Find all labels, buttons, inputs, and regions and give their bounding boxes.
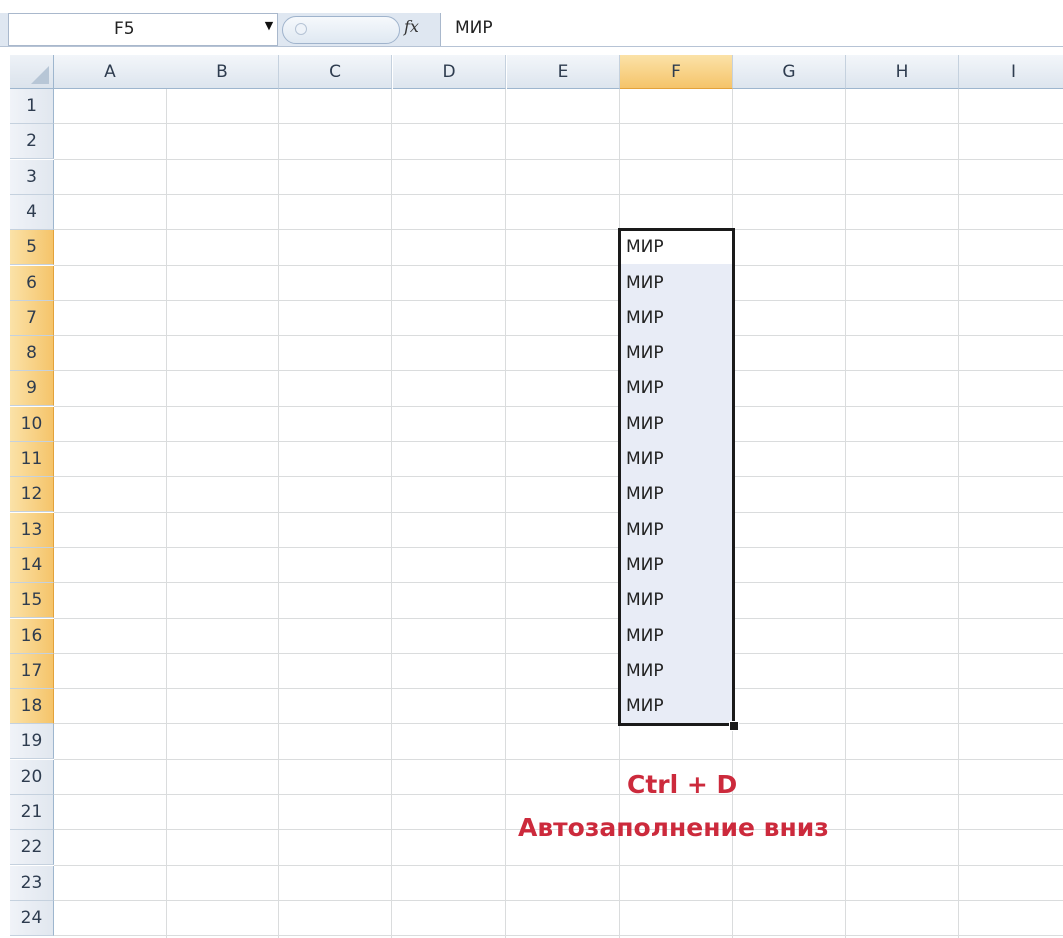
row-gridline — [54, 300, 1063, 301]
row-header-6[interactable]: 6 — [10, 266, 54, 301]
row-header-18[interactable]: 18 — [10, 689, 54, 724]
fill-handle[interactable] — [729, 721, 739, 731]
row-gridline — [54, 441, 1063, 442]
column-header-e[interactable]: E — [507, 55, 620, 89]
row-header-5[interactable]: 5 — [10, 230, 54, 265]
row-header-8[interactable]: 8 — [10, 336, 54, 371]
row-header-17[interactable]: 17 — [10, 654, 54, 689]
row-gridline — [54, 159, 1063, 160]
insert-function-icon[interactable]: fx — [404, 17, 419, 36]
row-gridline — [54, 723, 1063, 724]
row-gridline — [54, 759, 1063, 760]
column-gridline — [391, 89, 392, 938]
row-header-22[interactable]: 22 — [10, 830, 54, 865]
row-gridline — [54, 194, 1063, 195]
column-header-g[interactable]: G — [733, 55, 846, 89]
select-all-triangle-icon — [31, 66, 49, 84]
column-header-b[interactable]: B — [166, 55, 279, 89]
column-gridline — [958, 89, 959, 938]
row-gridline — [54, 335, 1063, 336]
row-gridline — [54, 582, 1063, 583]
column-gridline — [278, 89, 279, 938]
row-gridline — [54, 900, 1063, 901]
row-header-19[interactable]: 19 — [10, 724, 54, 759]
row-gridline — [54, 476, 1063, 477]
formula-bar: F5 ▼ fx МИР — [0, 0, 1063, 48]
row-gridline — [54, 512, 1063, 513]
row-header-14[interactable]: 14 — [10, 548, 54, 583]
row-gridline — [54, 794, 1063, 795]
row-gridline — [54, 935, 1063, 936]
row-header-9[interactable]: 9 — [10, 371, 54, 406]
row-header-11[interactable]: 11 — [10, 442, 54, 477]
row-header-2[interactable]: 2 — [10, 124, 54, 159]
row-header-23[interactable]: 23 — [10, 866, 54, 901]
column-header-a[interactable]: A — [54, 55, 167, 89]
shortcut-caption: Ctrl + D — [627, 770, 738, 799]
row-header-21[interactable]: 21 — [10, 795, 54, 830]
column-header-f[interactable]: F — [620, 55, 733, 89]
row-gridline — [54, 547, 1063, 548]
formula-value: МИР — [455, 18, 493, 38]
row-header-7[interactable]: 7 — [10, 301, 54, 336]
chevron-down-icon[interactable]: ▼ — [263, 20, 275, 32]
row-gridline — [54, 865, 1063, 866]
row-gridline — [54, 653, 1063, 654]
column-gridline — [505, 89, 506, 938]
row-header-20[interactable]: 20 — [10, 760, 54, 795]
row-gridline — [54, 229, 1063, 230]
column-header-h[interactable]: H — [846, 55, 959, 89]
row-header-3[interactable]: 3 — [10, 160, 54, 195]
column-gridline — [166, 89, 167, 938]
row-header-1[interactable]: 1 — [10, 89, 54, 124]
formula-input[interactable]: МИР — [440, 13, 1063, 46]
description-caption: Автозаполнение вниз — [518, 813, 829, 842]
column-gridline — [845, 89, 846, 938]
row-header-10[interactable]: 10 — [10, 407, 54, 442]
row-header-16[interactable]: 16 — [10, 619, 54, 654]
row-header-4[interactable]: 4 — [10, 195, 54, 230]
row-gridline — [54, 688, 1063, 689]
selection-border — [618, 228, 735, 726]
name-box-value: F5 — [114, 19, 135, 39]
column-header-d[interactable]: D — [393, 55, 506, 89]
select-all-button[interactable] — [10, 55, 54, 89]
row-header-24[interactable]: 24 — [10, 901, 54, 936]
row-header-13[interactable]: 13 — [10, 513, 54, 548]
row-header-12[interactable]: 12 — [10, 477, 54, 512]
column-header-c[interactable]: C — [279, 55, 392, 89]
column-header-i[interactable]: I — [959, 55, 1063, 89]
spreadsheet-grid[interactable]: ABCDEFGHI 1 2 3 4 5 6 7 8 9 10 11 12 13 14 15 16 17 18 19 2… — [10, 55, 1063, 938]
cancel-circle-icon — [295, 23, 307, 35]
row-gridline — [54, 123, 1063, 124]
row-gridline — [54, 406, 1063, 407]
row-gridline — [54, 265, 1063, 266]
row-gridline — [54, 618, 1063, 619]
row-gridline — [54, 370, 1063, 371]
name-box[interactable]: F5 — [8, 13, 278, 46]
formula-controls[interactable] — [282, 16, 400, 44]
row-header-15[interactable]: 15 — [10, 583, 54, 618]
